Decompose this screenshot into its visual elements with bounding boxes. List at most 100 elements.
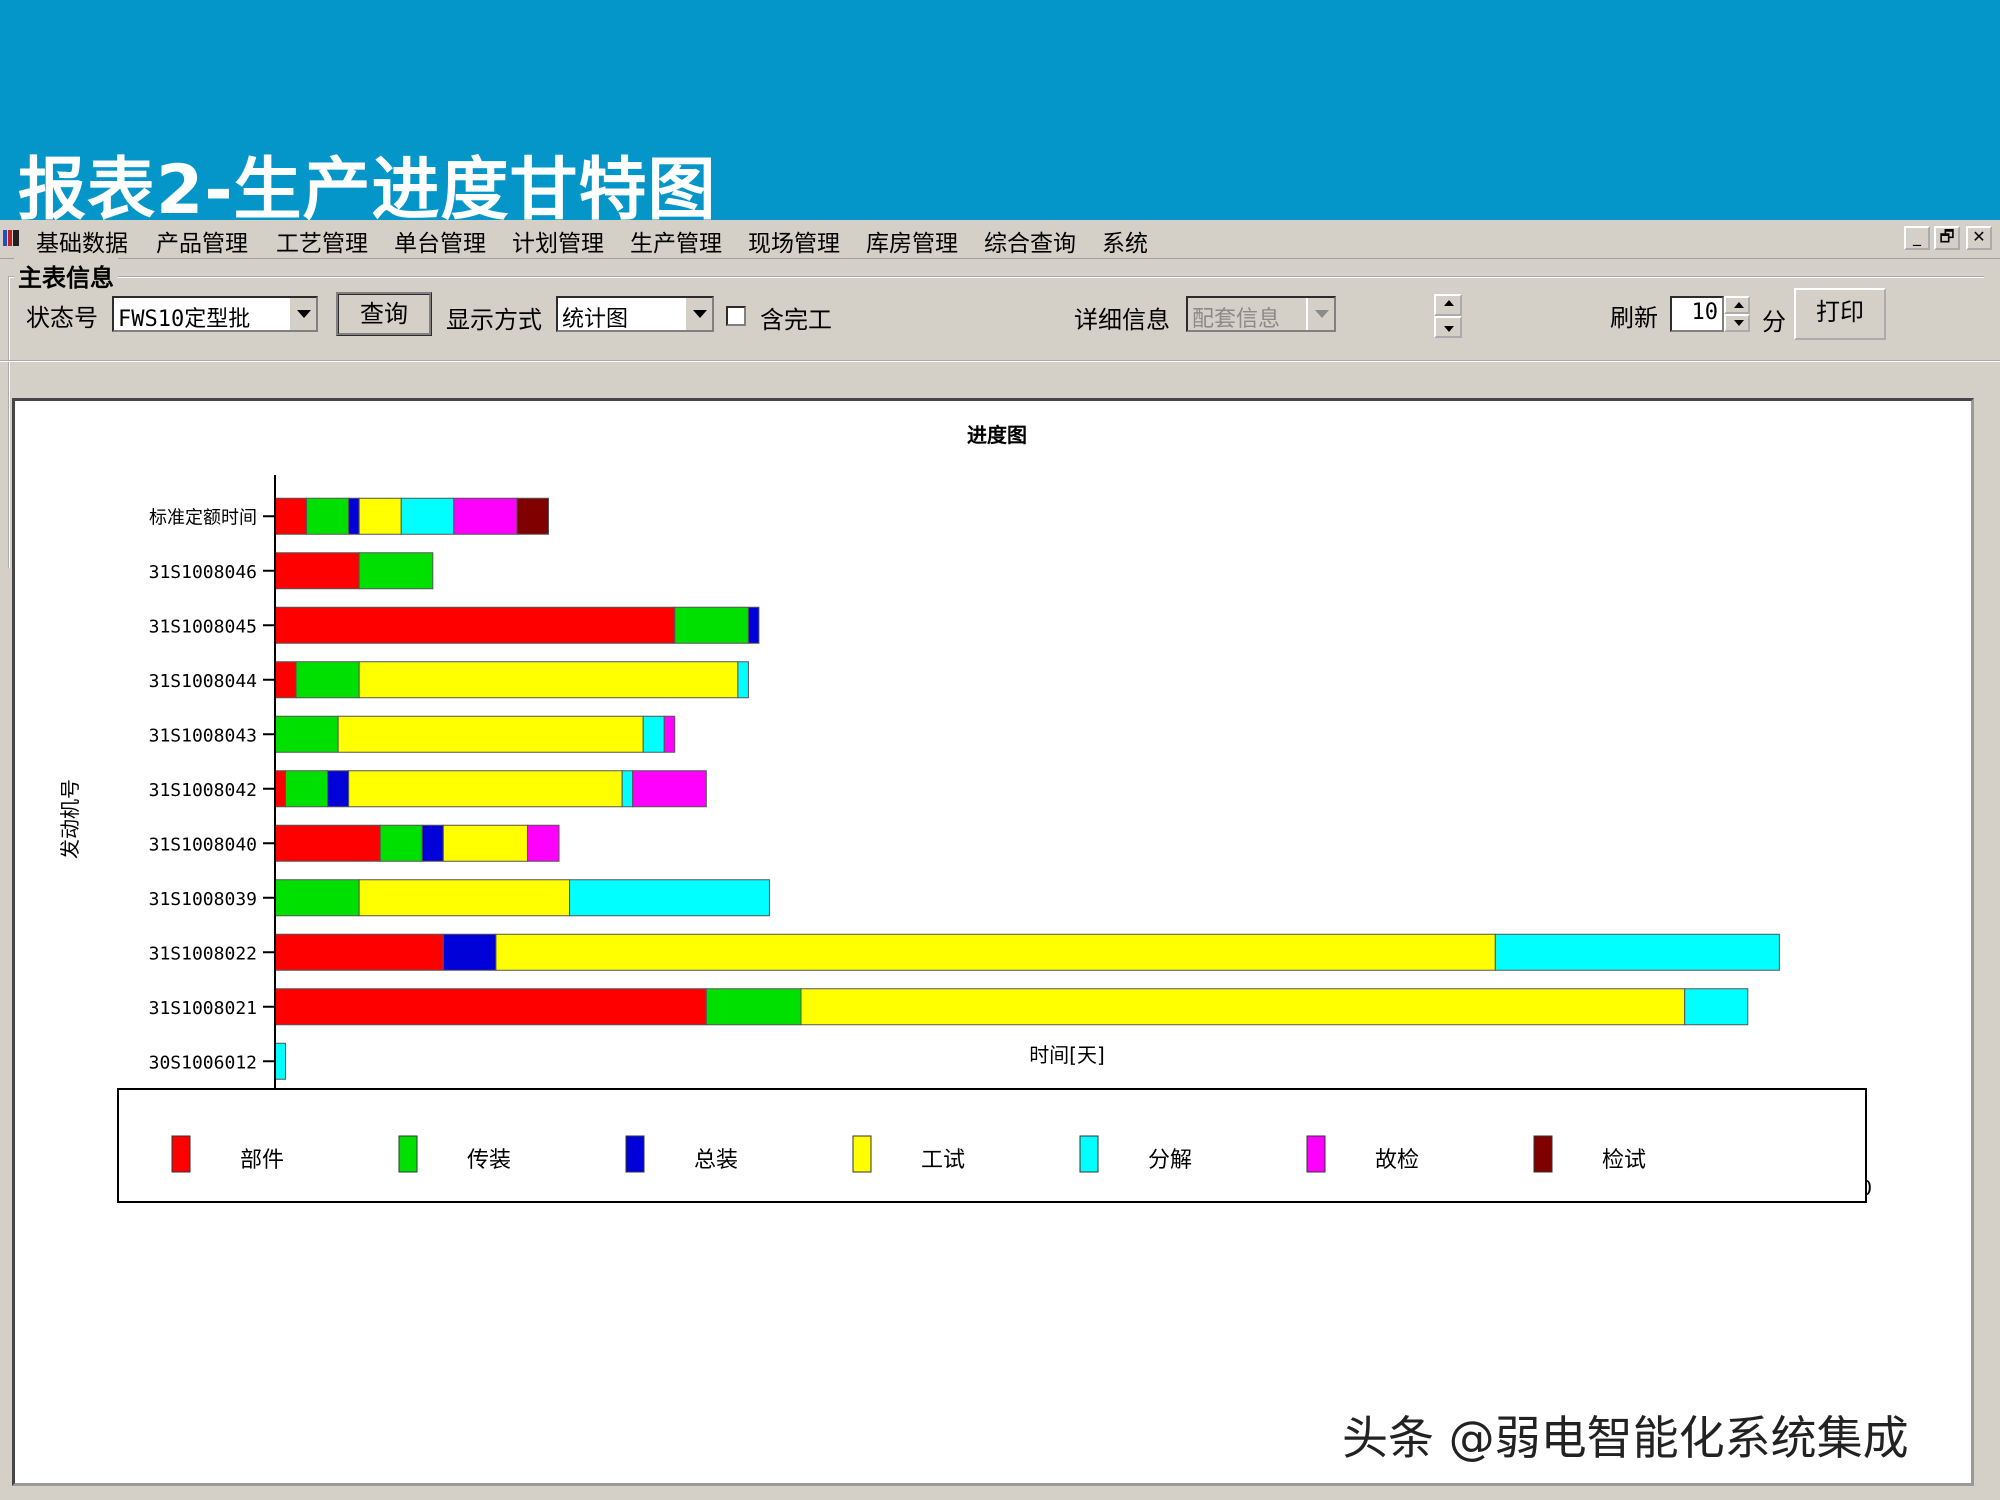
menu-item-product-mgmt[interactable]: 产品管理	[156, 224, 248, 258]
legend-swatch	[1533, 1135, 1553, 1173]
y-tick-label: 标准定额时间	[149, 507, 257, 528]
gantt-bar-segment	[442, 824, 528, 862]
y-tick-label: 31S1008039	[149, 889, 257, 910]
gantt-bar-segment	[274, 770, 287, 808]
watermark-text: 头条 @弱电智能化系统集成	[1342, 1411, 1909, 1465]
minimize-button[interactable]: _	[1904, 226, 1930, 250]
y-tick-label: 30S1006012	[149, 1052, 257, 1073]
print-button[interactable]: 打印	[1794, 288, 1886, 340]
refresh-up-button[interactable]	[1724, 296, 1750, 314]
legend-swatch	[625, 1135, 645, 1173]
menu-item-production-mgmt[interactable]: 生产管理	[630, 224, 722, 258]
x-axis-label: 时间[天]	[1029, 1043, 1105, 1067]
legend-label: 故检	[1375, 1148, 1419, 1173]
gantt-bar-segment	[337, 715, 644, 753]
legend-label: 总装	[694, 1148, 738, 1173]
y-tick-label: 31S1008022	[149, 943, 257, 964]
legend-swatch	[398, 1135, 418, 1173]
gantt-bar-segment	[1494, 933, 1780, 971]
gantt-bar-segment	[358, 552, 434, 590]
display-mode-label: 显示方式	[446, 306, 542, 334]
y-tick-label: 31S1008043	[149, 725, 257, 746]
refresh-label: 刷新	[1610, 304, 1658, 332]
legend-label: 工试	[921, 1148, 965, 1173]
gantt-bar-segment	[495, 933, 1496, 971]
y-tick-label: 31S1008045	[149, 616, 257, 637]
gantt-bar-segment	[674, 606, 749, 644]
y-tick-label: 31S1008040	[149, 834, 257, 855]
gantt-bar-segment	[274, 1042, 287, 1080]
legend-swatch	[171, 1135, 191, 1173]
gantt-bar-segment	[285, 770, 329, 808]
gantt-bar-segment	[274, 879, 360, 917]
gantt-bar-segment	[348, 497, 360, 535]
display-mode-select[interactable]: 统计图	[556, 296, 714, 332]
legend-label: 分解	[1148, 1148, 1192, 1173]
y-tick-label: 31S1008044	[149, 671, 257, 692]
legend-box	[117, 1088, 1867, 1203]
y-tick-label: 31S1008042	[149, 780, 257, 801]
toolbar-divider	[0, 360, 2000, 362]
close-button[interactable]: ✕	[1966, 226, 1992, 250]
gantt-bar-segment	[306, 497, 350, 535]
query-button[interactable]: 查询	[336, 292, 432, 336]
gantt-bar-segment	[705, 988, 802, 1026]
legend-label: 检试	[1602, 1148, 1646, 1173]
scroll-up-button[interactable]	[1434, 294, 1462, 316]
gantt-bar-segment	[274, 661, 297, 699]
detail-select[interactable]: 配套信息	[1186, 296, 1336, 332]
legend-swatch	[1079, 1135, 1099, 1173]
menu-item-system[interactable]: 系统	[1102, 224, 1148, 258]
refresh-interval-input[interactable]: 10	[1670, 296, 1724, 332]
gantt-bar-segment	[274, 824, 381, 862]
chevron-down-icon[interactable]	[288, 298, 316, 330]
gantt-bar-segment	[526, 824, 560, 862]
gantt-bar-segment	[632, 770, 707, 808]
detail-label: 详细信息	[1074, 306, 1170, 334]
gantt-bar-segment	[642, 715, 665, 753]
gantt-bar-segment	[358, 661, 739, 699]
gantt-bar-segment	[274, 715, 339, 753]
menu-item-unit-mgmt[interactable]: 单台管理	[394, 224, 486, 258]
gantt-bar-segment	[274, 552, 360, 590]
status-select-value: FWS10定型批	[118, 307, 251, 332]
scroll-down-button[interactable]	[1434, 316, 1462, 338]
gantt-bar-segment	[295, 661, 360, 699]
status-label: 状态号	[26, 304, 98, 332]
y-tick-label: 31S1008021	[149, 998, 257, 1019]
refresh-interval-value: 10	[1691, 300, 1719, 325]
include-done-label: 含完工	[760, 306, 832, 334]
chart-panel: 进度图 时间[天] 发动机号 标准定额时间 31S1008046 31S100804…	[12, 398, 1974, 1486]
menu-item-query[interactable]: 综合查询	[984, 224, 1076, 258]
include-done-checkbox[interactable]	[726, 306, 746, 326]
bar-layer	[274, 497, 1780, 1135]
gantt-bar-segment	[327, 770, 350, 808]
app-window: 基础数据 产品管理 工艺管理 单台管理 计划管理 生产管理 现场管理 库房管理 …	[0, 220, 2000, 1500]
menu-item-basic-data[interactable]: 基础数据	[36, 224, 128, 258]
status-select[interactable]: FWS10定型批	[112, 296, 318, 332]
gantt-bar-segment	[442, 933, 497, 971]
gantt-bar-segment	[663, 715, 676, 753]
detail-select-value: 配套信息	[1192, 307, 1281, 332]
menu-item-process-mgmt[interactable]: 工艺管理	[276, 224, 368, 258]
slide-title: 报表2-生产进度甘特图	[18, 151, 717, 230]
group-label: 主表信息	[14, 258, 118, 293]
refresh-unit-label: 分	[1762, 308, 1786, 336]
menu-item-plan-mgmt[interactable]: 计划管理	[512, 224, 604, 258]
legend-swatch	[1306, 1135, 1326, 1173]
gantt-bar-segment	[1684, 988, 1749, 1026]
app-icon	[3, 230, 19, 246]
gantt-bar-segment	[421, 824, 444, 862]
chevron-down-icon[interactable]	[684, 298, 712, 330]
gantt-bar-segment	[274, 988, 707, 1026]
menu-item-warehouse-mgmt[interactable]: 库房管理	[866, 224, 958, 258]
gantt-bar-segment	[569, 879, 770, 917]
menu-item-site-mgmt[interactable]: 现场管理	[748, 224, 840, 258]
gantt-bar-segment	[453, 497, 518, 535]
y-axis-label: 发动机号	[58, 779, 82, 859]
restore-button[interactable]: 🗗	[1934, 226, 1960, 250]
gantt-bar-segment	[400, 497, 455, 535]
refresh-down-button[interactable]	[1724, 314, 1750, 332]
gantt-bar-segment	[747, 606, 760, 644]
gantt-bar-segment	[737, 661, 749, 699]
